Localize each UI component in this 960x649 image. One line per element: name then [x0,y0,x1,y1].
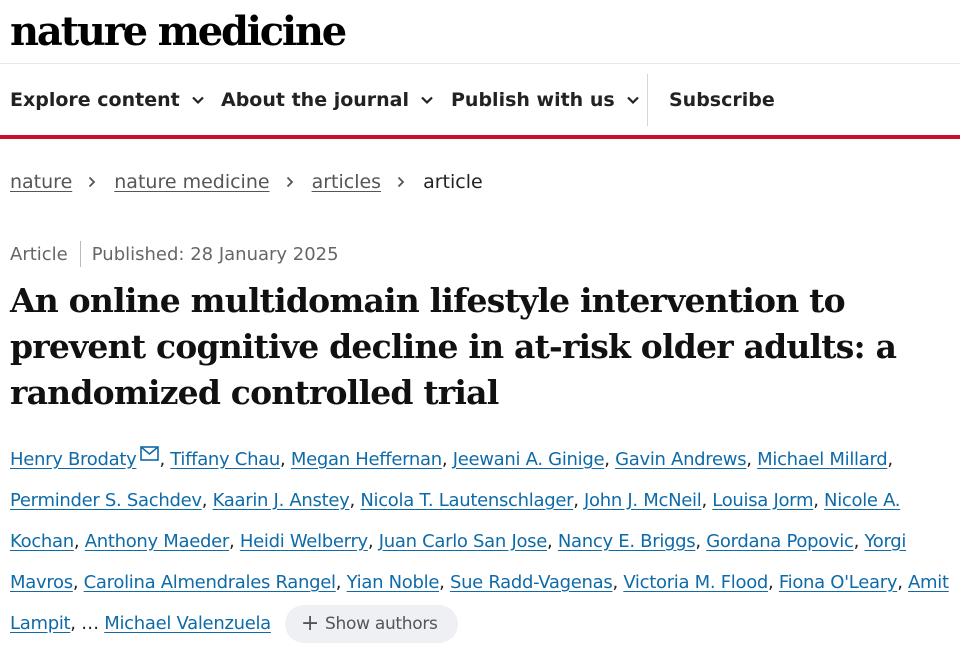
author-link[interactable]: Fiona O'Leary [779,572,898,593]
author-link[interactable]: Yian Noble [347,572,440,593]
chevron-down-icon [626,96,639,105]
plus-icon: + [300,611,320,636]
author-link[interactable]: Henry Brodaty [10,449,137,470]
author-link[interactable]: Louisa Jorm [712,490,813,511]
breadcrumb-current: article [423,171,483,193]
show-authors-label: Show authors [325,613,438,634]
author-link[interactable]: Heidi Welberry [240,531,368,552]
nav-about-journal[interactable]: About the journal [221,64,436,136]
author-link[interactable]: Victoria M. Flood [623,572,768,593]
author-ellipsis: … [81,613,99,634]
breadcrumb-nature[interactable]: nature [10,171,72,193]
nav-about-label: About the journal [221,89,410,111]
publish-date: Published: 28 January 2025 [91,243,339,265]
breadcrumb-articles[interactable]: articles [312,171,382,193]
author-link[interactable]: Juan Carlo San Jose [379,531,548,552]
breadcrumb: nature nature medicine articles article [10,168,483,196]
chevron-right-icon [286,176,293,188]
mail-icon[interactable] [140,446,160,461]
nav-subscribe-label: Subscribe [669,89,775,111]
chevron-right-icon [397,176,405,188]
chevron-down-icon [191,96,204,105]
author-link[interactable]: Carolina Almendrales Rangel [84,572,336,593]
author-link[interactable]: Sue Radd-Vagenas [450,572,613,593]
chevron-right-icon [89,176,96,188]
author-link[interactable]: Gordana Popovic [706,531,854,552]
accent-bar [0,135,960,139]
article-type: Article [10,243,68,265]
breadcrumb-nature-medicine[interactable]: nature medicine [114,171,269,193]
author-link[interactable]: Kaarin J. Anstey [213,490,350,511]
author-link[interactable]: Perminder S. Sachdev [10,490,202,511]
author-link[interactable]: Jeewani A. Ginige [453,449,605,470]
author-link[interactable]: Nicola T. Lautenschlager [360,490,573,511]
nav-publish-label: Publish with us [451,89,615,111]
nav-subscribe[interactable]: Subscribe [669,64,775,136]
show-authors-button[interactable]: + Show authors [284,605,458,643]
article-meta: Article Published: 28 January 2025 [10,240,339,268]
meta-divider [79,241,81,267]
article-title: An online multidomain lifestyle interven… [10,281,897,412]
journal-logo[interactable]: nature medicine [10,8,347,56]
nav-explore-content[interactable]: Explore content [10,64,207,136]
nav-explore-label: Explore content [10,89,180,111]
author-link[interactable]: Michael Millard [757,449,888,470]
chevron-down-icon [421,96,433,105]
nav-divider [647,74,648,126]
nav-publish-with-us[interactable]: Publish with us [451,64,642,136]
author-list: Henry Brodaty, Tiffany Chau, Megan Heffe… [10,439,955,644]
main-nav: Explore content About the journal Publis… [0,64,960,136]
author-link[interactable]: Nancy E. Briggs [558,531,696,552]
author-link[interactable]: Gavin Andrews [615,449,747,470]
author-link[interactable]: Michael Valenzuela [104,613,271,634]
author-link[interactable]: Anthony Maeder [85,531,230,552]
author-link[interactable]: John J. McNeil [584,490,702,511]
author-link[interactable]: Tiffany Chau [170,449,280,470]
author-link[interactable]: Megan Heffernan [291,449,442,470]
